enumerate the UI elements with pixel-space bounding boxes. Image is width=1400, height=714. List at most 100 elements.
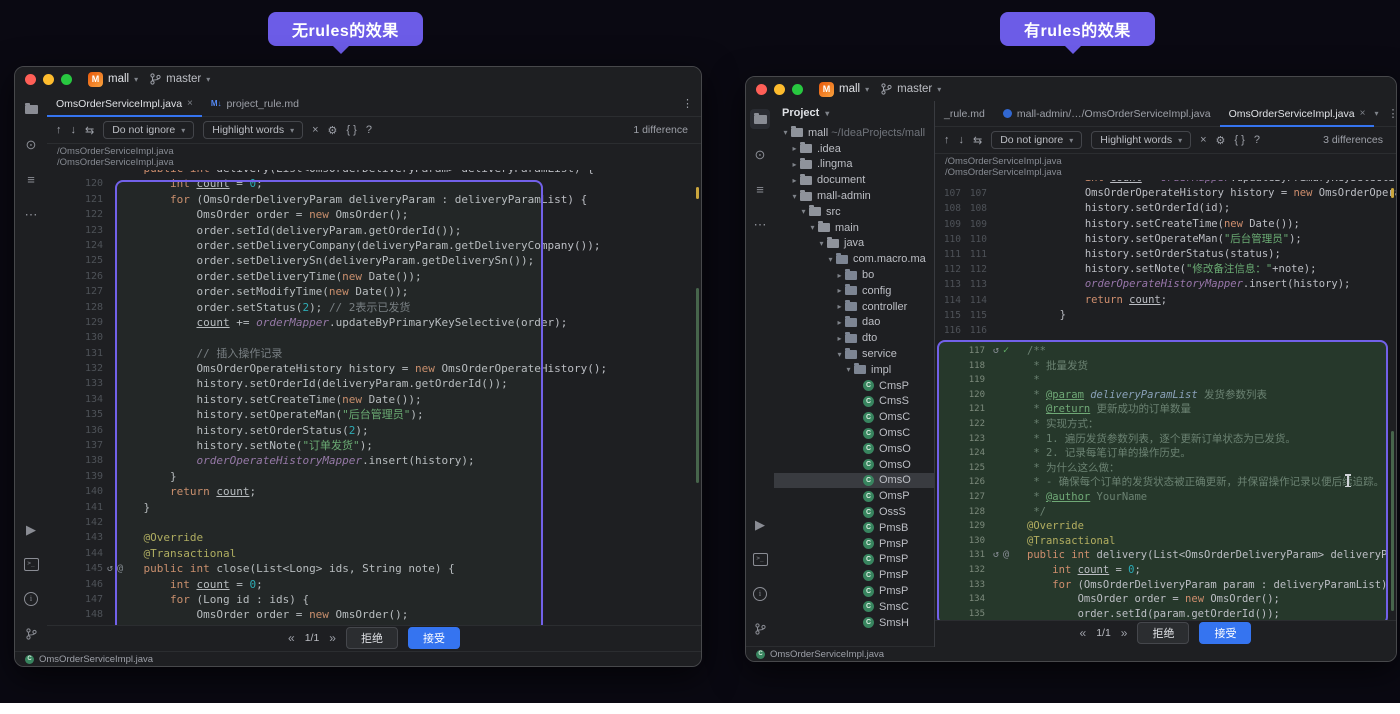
comment-icon[interactable]: @ bbox=[117, 561, 123, 576]
next-diff-button[interactable]: » bbox=[1121, 626, 1128, 640]
project-selector[interactable]: M mall ▾ bbox=[819, 81, 869, 97]
chevron-down-icon[interactable]: ▾ bbox=[807, 223, 818, 232]
branch-selector[interactable]: master ▾ bbox=[150, 73, 210, 85]
gear-icon[interactable]: ⚙ bbox=[328, 124, 338, 137]
tab-project-rule[interactable]: M↓ project_rule.md bbox=[202, 91, 308, 116]
reject-button[interactable]: 拒绝 bbox=[345, 627, 398, 649]
maximize-window-icon[interactable] bbox=[792, 83, 803, 95]
help-icon[interactable]: ? bbox=[1254, 134, 1260, 146]
braces-icon[interactable]: { } bbox=[346, 124, 356, 136]
problems-icon[interactable]: i bbox=[750, 584, 770, 604]
diff-editor-panel: _rule.md mall-admin/…/OmsOrderServiceImp… bbox=[934, 101, 1396, 647]
accept-button[interactable]: 接受 bbox=[407, 627, 460, 649]
highlight-mode-dropdown[interactable]: Highlight words ▾ bbox=[1091, 131, 1192, 149]
chevron-right-icon[interactable]: ▸ bbox=[834, 318, 845, 327]
chevron-down-icon[interactable]: ▾ bbox=[780, 128, 791, 137]
code-editor[interactable]: int count = orderMapper.updateByPrimaryK… bbox=[935, 180, 1396, 620]
braces-icon[interactable]: { } bbox=[1234, 134, 1244, 146]
kebab-menu-icon[interactable]: ⋮ bbox=[1387, 107, 1396, 120]
class-icon: C bbox=[863, 538, 874, 550]
chevron-down-icon[interactable]: ▾ bbox=[789, 192, 800, 201]
previous-diff-button[interactable]: « bbox=[1080, 626, 1087, 640]
next-change-icon[interactable]: ↓ bbox=[71, 124, 77, 136]
code-line: 140 return count; bbox=[84, 485, 257, 499]
close-window-icon[interactable] bbox=[756, 83, 767, 95]
close-diff-icon[interactable]: × bbox=[1200, 134, 1206, 146]
previous-change-icon[interactable]: ↑ bbox=[944, 134, 950, 146]
chevron-down-icon[interactable]: ▾ bbox=[798, 207, 809, 216]
class-icon: C bbox=[863, 617, 874, 629]
undo-change-icon[interactable]: ↺ bbox=[993, 344, 999, 359]
activity-bar: ⊙ ≡ ⋯ ▶ >_ i bbox=[746, 101, 774, 647]
diff-file-paths: /OmsOrderServiceImpl.java /OmsOrderServi… bbox=[935, 154, 1396, 180]
branch-selector[interactable]: master ▾ bbox=[881, 83, 941, 95]
chevron-down-icon[interactable]: ▾ bbox=[834, 350, 845, 359]
undo-change-icon[interactable]: ↺ bbox=[993, 548, 999, 563]
tab-omsorderserviceimpl[interactable]: OmsOrderServiceImpl.java × bbox=[47, 91, 202, 117]
project-selector[interactable]: M mall ▾ bbox=[88, 71, 138, 87]
chevron-down-icon[interactable]: ▾ bbox=[825, 255, 836, 264]
structure-icon[interactable]: ≡ bbox=[750, 179, 770, 199]
accept-change-icon[interactable]: ✓ bbox=[1003, 344, 1009, 359]
tab-omsorderserviceimpl[interactable]: OmsOrderServiceImpl.java × bbox=[1219, 101, 1375, 127]
ignore-policy-dropdown[interactable]: Do not ignore ▾ bbox=[103, 121, 195, 139]
previous-change-icon[interactable]: ↑ bbox=[56, 124, 62, 136]
close-tab-icon[interactable]: × bbox=[187, 98, 193, 109]
accept-button[interactable]: 接受 bbox=[1199, 622, 1252, 644]
comment-icon[interactable]: @ bbox=[1003, 548, 1009, 563]
chevron-right-icon[interactable]: ▸ bbox=[834, 302, 845, 311]
structure-icon[interactable]: ≡ bbox=[21, 169, 41, 189]
chevron-down-icon[interactable]: ▾ bbox=[1374, 109, 1378, 118]
tree-item-label: bo bbox=[862, 269, 875, 282]
chevron-right-icon[interactable]: ▸ bbox=[789, 144, 800, 153]
window-controls[interactable] bbox=[756, 83, 803, 95]
highlight-mode-dropdown[interactable]: Highlight words ▾ bbox=[203, 121, 304, 139]
run-icon[interactable]: ▶ bbox=[750, 514, 770, 534]
problems-icon[interactable]: i bbox=[21, 589, 41, 609]
window-controls[interactable] bbox=[25, 73, 72, 85]
more-tools-icon[interactable]: ⋯ bbox=[21, 204, 41, 224]
reject-button[interactable]: 拒绝 bbox=[1137, 622, 1190, 644]
minimize-window-icon[interactable] bbox=[774, 83, 785, 95]
maximize-window-icon[interactable] bbox=[61, 73, 72, 85]
tab-rule-md[interactable]: _rule.md bbox=[935, 101, 994, 126]
tab-diff-path[interactable]: mall-admin/…/OmsOrderServiceImpl.java bbox=[994, 101, 1220, 126]
commit-icon[interactable]: ⊙ bbox=[750, 144, 770, 164]
help-icon[interactable]: ? bbox=[366, 124, 372, 136]
commit-icon[interactable]: ⊙ bbox=[21, 134, 41, 154]
ignore-policy-dropdown[interactable]: Do not ignore ▾ bbox=[991, 131, 1083, 149]
project-tool-icon[interactable] bbox=[21, 99, 41, 119]
chevron-down-icon[interactable]: ▾ bbox=[843, 365, 854, 374]
more-tools-icon[interactable]: ⋯ bbox=[750, 214, 770, 234]
minimize-window-icon[interactable] bbox=[43, 73, 54, 85]
run-icon[interactable]: ▶ bbox=[21, 519, 41, 539]
undo-change-icon[interactable]: ↺ bbox=[107, 561, 113, 576]
class-icon: C bbox=[863, 601, 874, 613]
chevron-right-icon[interactable]: ▸ bbox=[834, 334, 845, 343]
previous-diff-button[interactable]: « bbox=[288, 631, 295, 645]
close-window-icon[interactable] bbox=[25, 73, 36, 85]
gear-icon[interactable]: ⚙ bbox=[1216, 134, 1226, 147]
jump-to-source-icon[interactable]: ⇆ bbox=[85, 124, 94, 137]
code-line: 129 count += orderMapper.updateByPrimary… bbox=[84, 315, 568, 329]
version-control-icon[interactable] bbox=[750, 619, 770, 639]
chevron-right-icon[interactable]: ▸ bbox=[789, 160, 800, 169]
terminal-icon[interactable]: >_ bbox=[21, 554, 41, 574]
next-change-icon[interactable]: ↓ bbox=[959, 134, 965, 146]
kebab-menu-icon[interactable]: ⋮ bbox=[682, 97, 693, 110]
next-diff-button[interactable]: » bbox=[329, 631, 336, 645]
chevron-right-icon[interactable]: ▸ bbox=[834, 286, 845, 295]
chevron-right-icon[interactable]: ▸ bbox=[834, 271, 845, 280]
project-tool-icon[interactable] bbox=[750, 109, 770, 129]
jump-to-source-icon[interactable]: ⇆ bbox=[973, 134, 982, 147]
chevron-down-icon[interactable]: ▾ bbox=[816, 239, 827, 248]
close-diff-icon[interactable]: × bbox=[312, 124, 318, 136]
close-tab-icon[interactable]: × bbox=[1360, 108, 1366, 119]
version-control-icon[interactable] bbox=[21, 624, 41, 644]
terminal-icon[interactable]: >_ bbox=[750, 549, 770, 569]
code-editor[interactable]: public int delivery(List<OmsOrderDeliver… bbox=[47, 170, 701, 625]
chevron-right-icon[interactable]: ▸ bbox=[789, 176, 800, 185]
class-icon: C bbox=[863, 553, 874, 565]
branch-name: master bbox=[166, 73, 202, 85]
banner-with-rules-pointer bbox=[1064, 45, 1082, 54]
